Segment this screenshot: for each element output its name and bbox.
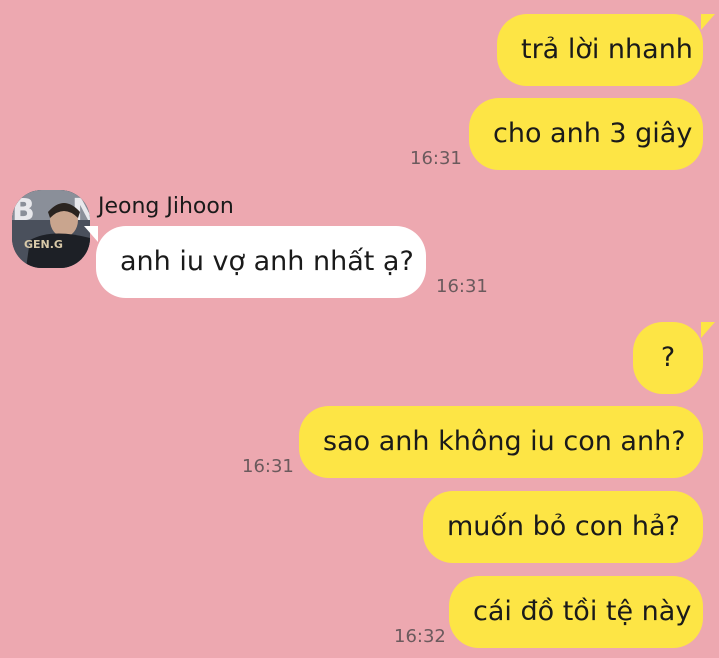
my-message-bubble[interactable]: ?: [633, 322, 715, 394]
message-timestamp: 16:31: [242, 456, 294, 477]
avatar-image-icon: B N GEN.G: [12, 190, 90, 268]
my-message-bubble[interactable]: cho anh 3 giây: [469, 98, 703, 170]
svg-text:GEN.G: GEN.G: [24, 238, 63, 251]
my-message-bubble[interactable]: cái đồ tồi tệ này: [449, 576, 703, 648]
contact-avatar[interactable]: B N GEN.G: [12, 190, 90, 268]
message-text: ?: [660, 342, 676, 373]
message-text: cho anh 3 giây: [493, 118, 693, 149]
message-text: cái đồ tồi tệ này: [473, 596, 692, 627]
message-text: anh iu vợ anh nhất ạ?: [120, 246, 414, 277]
my-message-bubble[interactable]: trả lời nhanh: [497, 14, 715, 86]
svg-text:B: B: [12, 193, 35, 228]
my-message-bubble[interactable]: muốn bỏ con hả?: [423, 491, 703, 563]
my-message-bubble[interactable]: sao anh không iu con anh?: [299, 406, 703, 478]
message-text: trả lời nhanh: [521, 34, 693, 65]
message-text: muốn bỏ con hả?: [447, 511, 680, 542]
sender-name: Jeong Jihoon: [98, 194, 234, 219]
message-timestamp: 16:32: [394, 626, 446, 647]
message-timestamp: 16:31: [436, 276, 488, 297]
their-message-bubble[interactable]: anh iu vợ anh nhất ạ?: [84, 226, 426, 298]
message-timestamp: 16:31: [410, 148, 462, 169]
message-text: sao anh không iu con anh?: [323, 426, 686, 457]
